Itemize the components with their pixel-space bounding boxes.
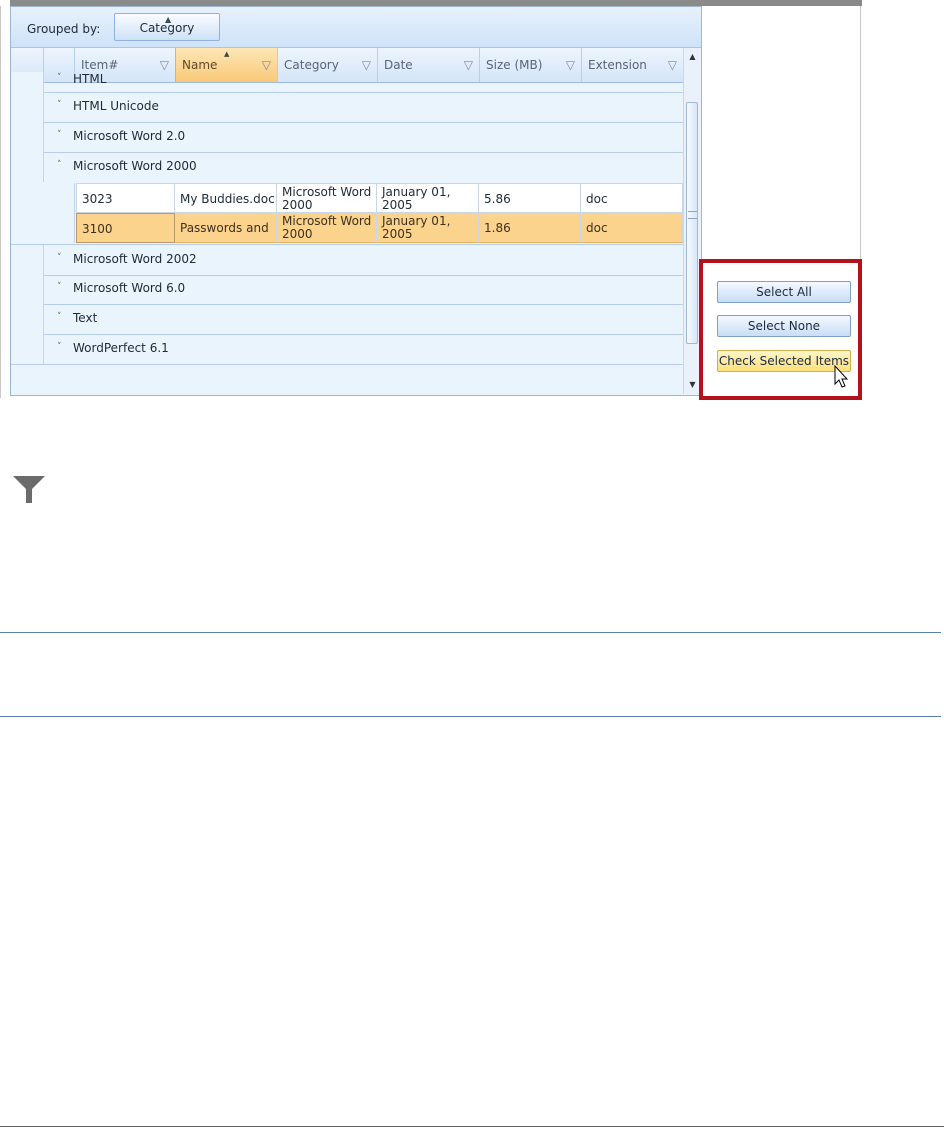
cell-size[interactable]: 1.86 <box>479 213 581 243</box>
group-row-word-2002[interactable]: ˅ Microsoft Word 2002 <box>11 244 683 276</box>
chevron-down-icon[interactable]: ˅ <box>57 312 67 324</box>
cell-name[interactable]: Passwords and <box>175 213 277 243</box>
row-indent <box>11 72 44 92</box>
check-selected-items-button[interactable]: Check Selected Items <box>717 350 851 372</box>
group-row-wordperfect[interactable]: ˅ WordPerfect 6.1 <box>11 334 683 365</box>
grouped-by-label: Grouped by: <box>27 22 101 36</box>
row-indent <box>11 183 44 213</box>
row-indent <box>43 183 75 213</box>
row-indent <box>11 245 44 275</box>
row-indent <box>11 122 44 152</box>
cell-line: 2000 <box>282 227 313 241</box>
scrollbar-thumb[interactable] <box>686 102 698 344</box>
select-none-button[interactable]: Select None <box>717 315 851 337</box>
row-indent <box>11 92 44 122</box>
group-row-html-unicode[interactable]: ˅ HTML Unicode <box>11 92 683 123</box>
group-row-word-6-0[interactable]: ˅ Microsoft Word 6.0 <box>11 274 683 305</box>
cell-line: 2005 <box>382 227 413 241</box>
cell-extension[interactable]: doc <box>581 183 683 213</box>
table-row-selected[interactable]: 3100 Passwords and Microsoft Word 2000 J… <box>11 213 683 243</box>
group-row-html[interactable]: ˅ HTML <box>11 72 683 93</box>
table-row[interactable]: 3023 My Buddies.doc Microsoft Word 2000 … <box>11 183 683 213</box>
cell-date[interactable]: January 01, 2005 <box>377 213 479 243</box>
group-row-label: Microsoft Word 2002 <box>73 252 197 266</box>
chevron-down-icon[interactable]: ˅ <box>57 73 67 85</box>
cell-item[interactable]: 3100 <box>76 213 175 243</box>
chevron-down-icon[interactable]: ˅ <box>57 282 67 294</box>
group-row-label: Text <box>73 311 98 325</box>
group-row-word-2-0[interactable]: ˅ Microsoft Word 2.0 <box>11 122 683 153</box>
cell-line: 2000 <box>282 198 313 212</box>
chevron-down-icon[interactable]: ˅ <box>57 130 67 142</box>
grip-icon <box>688 211 697 219</box>
divider-line <box>0 716 941 717</box>
data-grid: Grouped by: ▲ Category Item# ▽ ▲ Name ▽ … <box>10 6 702 396</box>
row-indent <box>11 274 44 304</box>
cell-line: 2005 <box>382 198 413 212</box>
cell-category[interactable]: Microsoft Word 2000 <box>277 213 377 243</box>
row-indent <box>11 304 44 334</box>
highlighted-button-panel: Select All Select None Check Selected It… <box>699 259 862 400</box>
window-left-border <box>0 6 1 398</box>
screenshot-area: Grouped by: ▲ Category Item# ▽ ▲ Name ▽ … <box>0 0 862 400</box>
row-indent <box>11 152 44 182</box>
cell-item[interactable]: 3023 <box>76 183 175 213</box>
column-header-label: Item# <box>81 58 119 72</box>
mouse-cursor-icon <box>834 365 849 388</box>
column-header-label: Extension <box>588 58 647 72</box>
chevron-down-icon[interactable]: ˅ <box>57 342 67 354</box>
group-row-label: HTML <box>73 72 107 86</box>
group-panel: Grouped by: ▲ Category <box>11 7 701 48</box>
filter-icon <box>13 476 45 503</box>
group-row-label: Microsoft Word 2.0 <box>73 129 186 143</box>
group-row-word-2000[interactable]: ˄ Microsoft Word 2000 <box>11 152 683 182</box>
row-indent <box>11 213 44 243</box>
group-row-text[interactable]: ˅ Text <box>11 304 683 335</box>
column-header-label: Category <box>284 58 339 72</box>
group-row-label: WordPerfect 6.1 <box>73 341 169 355</box>
group-row-label: HTML Unicode <box>73 99 159 113</box>
row-indent <box>43 213 75 243</box>
page-bottom-rule <box>0 1126 944 1127</box>
column-header-label: Date <box>384 58 413 72</box>
chevron-down-icon[interactable]: ˅ <box>57 100 67 112</box>
cell-extension[interactable]: doc <box>581 213 683 243</box>
chevron-up-icon[interactable]: ˄ <box>57 160 67 172</box>
divider-line <box>0 632 941 633</box>
scroll-up-arrow-icon[interactable]: ▲ <box>684 48 701 66</box>
sort-up-icon: ▲ <box>165 15 172 24</box>
sort-ascending-icon: ▲ <box>224 50 230 58</box>
column-header-label: Name <box>182 58 218 72</box>
row-indent <box>11 334 44 364</box>
cell-category[interactable]: Microsoft Word 2000 <box>277 183 377 213</box>
cell-date[interactable]: January 01, 2005 <box>377 183 479 213</box>
group-row-label: Microsoft Word 6.0 <box>73 281 186 295</box>
chevron-down-icon[interactable]: ˅ <box>57 253 67 265</box>
group-chip-category[interactable]: ▲ Category <box>114 13 220 41</box>
cell-name[interactable]: My Buddies.doc <box>175 183 277 213</box>
column-header-label: Size (MB) <box>486 58 543 72</box>
group-row-label: Microsoft Word 2000 <box>73 159 197 173</box>
select-all-button[interactable]: Select All <box>717 281 851 303</box>
cell-size[interactable]: 5.86 <box>479 183 581 213</box>
